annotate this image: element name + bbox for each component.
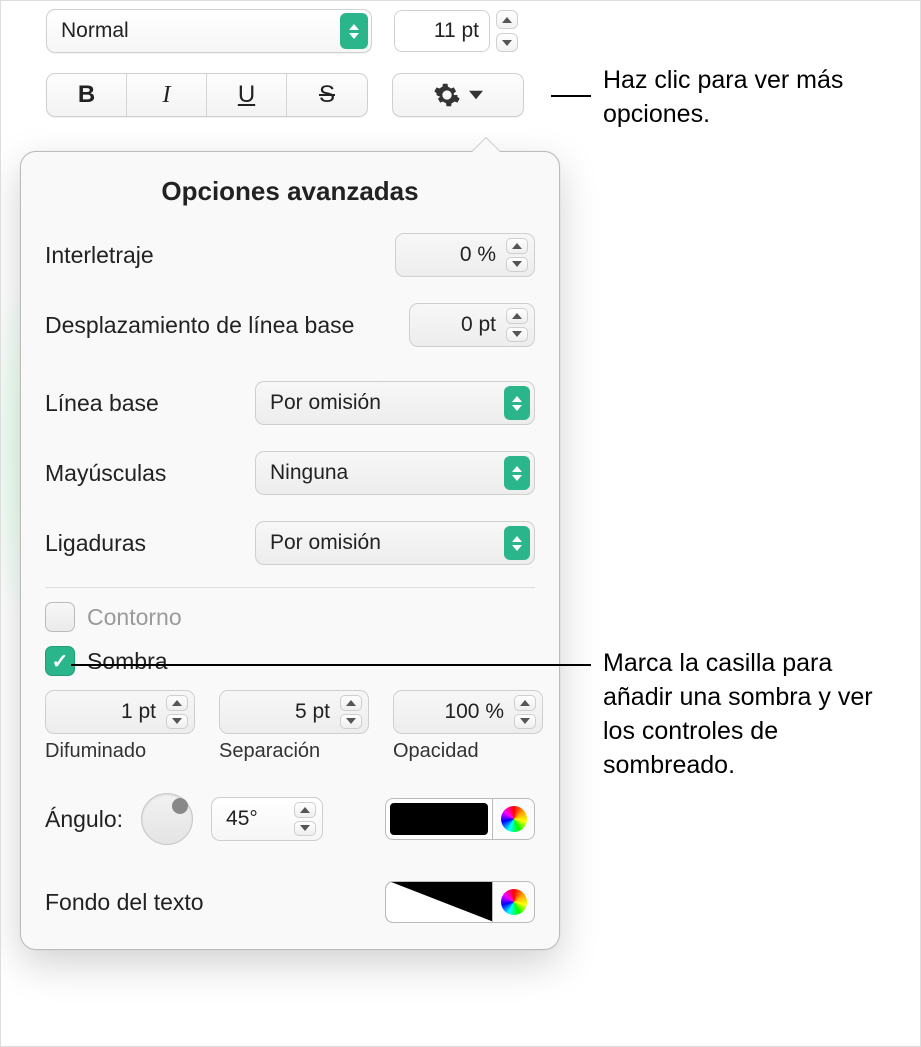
- shadow-checkbox[interactable]: [45, 646, 75, 676]
- baseline-label: Línea base: [45, 390, 159, 417]
- baseline-shift-value: 0 pt: [461, 313, 496, 337]
- text-style-segment: B I U S: [46, 73, 368, 117]
- strikethrough-button[interactable]: S: [287, 74, 367, 116]
- shadow-opacity-step-up[interactable]: [514, 695, 536, 711]
- shadow-opacity-value: 100 %: [444, 700, 504, 724]
- outline-checkbox[interactable]: [45, 602, 75, 632]
- bold-label: B: [78, 81, 95, 109]
- tracking-label: Interletraje: [45, 242, 154, 269]
- shadow-blur-step-up[interactable]: [166, 695, 188, 711]
- font-size-field[interactable]: 11 pt: [394, 10, 490, 52]
- advanced-options-button[interactable]: [392, 73, 524, 117]
- baseline-shift-step-up[interactable]: [506, 308, 528, 324]
- italic-label: I: [163, 82, 171, 109]
- shadow-angle-step-down[interactable]: [294, 821, 316, 837]
- callout-shadow: Marca la casilla para añadir una sombra …: [603, 646, 903, 782]
- callout-line: [71, 664, 591, 666]
- baseline-shift-step-down[interactable]: [506, 327, 528, 343]
- underline-button[interactable]: U: [207, 74, 287, 116]
- bold-button[interactable]: B: [47, 74, 127, 116]
- outline-label: Contorno: [87, 604, 182, 631]
- font-size-value: 11 pt: [434, 19, 479, 43]
- shadow-offset-step-up[interactable]: [340, 695, 362, 711]
- shadow-offset-label: Separación: [219, 740, 320, 763]
- font-size-step-up[interactable]: [496, 10, 518, 29]
- shadow-color-picker[interactable]: [493, 798, 535, 840]
- shadow-color-well[interactable]: [385, 798, 493, 840]
- gear-icon: [433, 81, 461, 109]
- shadow-blur-label: Difuminado: [45, 740, 146, 763]
- shadow-offset-value: 5 pt: [295, 700, 330, 724]
- caps-value: Ninguna: [270, 461, 348, 485]
- text-background-color-picker[interactable]: [493, 881, 535, 923]
- format-row: B I U S: [46, 73, 524, 117]
- underline-label: U: [238, 81, 255, 109]
- font-size-step-down[interactable]: [496, 33, 518, 52]
- shadow-label: Sombra: [87, 648, 168, 675]
- chevrons-icon: [504, 456, 530, 490]
- shadow-angle-dial[interactable]: [141, 793, 193, 845]
- caps-label: Mayúsculas: [45, 460, 166, 487]
- shadow-angle-step-up[interactable]: [294, 802, 316, 818]
- shadow-angle-label: Ángulo:: [45, 806, 123, 833]
- chevrons-icon: [504, 526, 530, 560]
- color-wheel-icon: [501, 806, 527, 832]
- ligatures-value: Por omisión: [270, 531, 381, 555]
- advanced-options-popover: Opciones avanzadas Interletraje 0 % Desp…: [20, 151, 560, 950]
- tracking-step-down[interactable]: [506, 257, 528, 273]
- chevrons-icon: [340, 13, 368, 49]
- baseline-shift-label: Desplazamiento de línea base: [45, 312, 354, 339]
- text-background-color-well[interactable]: [385, 881, 493, 923]
- popover-title: Opciones avanzadas: [45, 176, 535, 207]
- callout-line: [551, 95, 591, 97]
- shadow-blur-step-down[interactable]: [166, 714, 188, 730]
- ligatures-select[interactable]: Por omisión: [255, 521, 535, 565]
- tracking-step-up[interactable]: [506, 238, 528, 254]
- shadow-angle-value: 45°: [226, 807, 258, 831]
- tracking-field[interactable]: 0 %: [395, 233, 535, 277]
- character-style-value: Normal: [61, 19, 129, 43]
- callout-gear: Haz clic para ver más opciones.: [603, 63, 903, 131]
- shadow-offset-field[interactable]: 5 pt: [219, 690, 369, 734]
- shadow-angle-field[interactable]: 45°: [211, 797, 323, 841]
- baseline-shift-field[interactable]: 0 pt: [409, 303, 535, 347]
- text-background-label: Fondo del texto: [45, 889, 204, 916]
- chevrons-icon: [504, 386, 530, 420]
- strike-label: S: [319, 81, 335, 109]
- color-wheel-icon: [501, 889, 527, 915]
- chevron-down-icon: [469, 88, 483, 102]
- caps-select[interactable]: Ninguna: [255, 451, 535, 495]
- shadow-blur-value: 1 pt: [121, 700, 156, 724]
- tracking-value: 0 %: [460, 243, 496, 267]
- shadow-opacity-field[interactable]: 100 %: [393, 690, 543, 734]
- shadow-blur-field[interactable]: 1 pt: [45, 690, 195, 734]
- italic-button[interactable]: I: [127, 74, 207, 116]
- shadow-opacity-label: Opacidad: [393, 740, 479, 763]
- divider: [45, 587, 535, 588]
- shadow-offset-step-down[interactable]: [340, 714, 362, 730]
- baseline-select[interactable]: Por omisión: [255, 381, 535, 425]
- shadow-opacity-step-down[interactable]: [514, 714, 536, 730]
- character-style-select[interactable]: Normal: [46, 9, 372, 53]
- top-row: Normal 11 pt: [46, 9, 561, 53]
- ligatures-label: Ligaduras: [45, 530, 146, 557]
- baseline-value: Por omisión: [270, 391, 381, 415]
